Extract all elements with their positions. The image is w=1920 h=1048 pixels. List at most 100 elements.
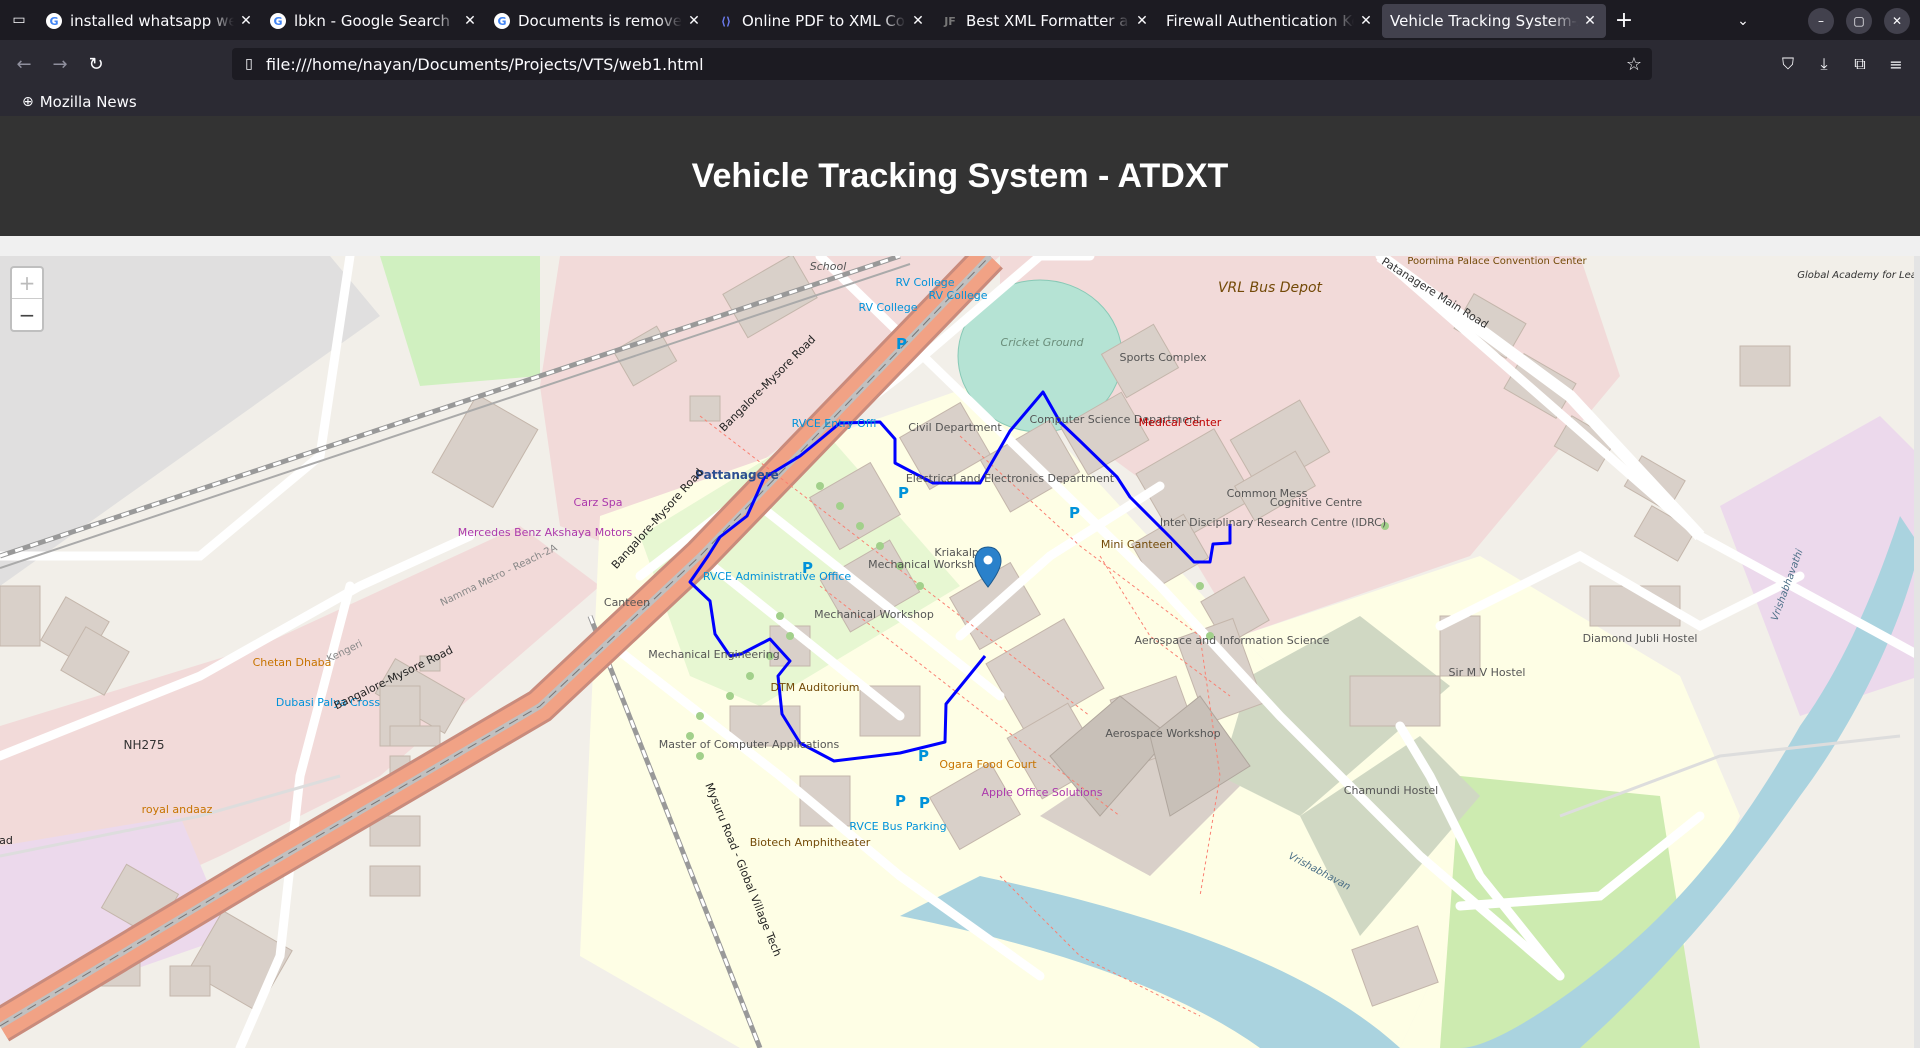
label-sir-mv-hostel: Sir M V Hostel (1449, 666, 1526, 679)
pocket-icon[interactable]: ⛉ (1772, 48, 1804, 80)
label-electrical: Electrical and Electronics Department (906, 472, 1115, 485)
label-chetan-dhaba: Chetan Dhaba (253, 656, 332, 669)
close-tab-icon[interactable]: ✕ (1358, 13, 1374, 29)
forward-icon[interactable]: → (42, 48, 78, 80)
tab-6[interactable]: Vehicle Tracking System-AT ✕ (1382, 4, 1606, 38)
label-idrc: Inter Disciplinary Research Centre (IDRC… (1160, 516, 1386, 529)
label-rv-college-1: RV College (895, 276, 954, 289)
label-sports-complex: Sports Complex (1119, 351, 1206, 364)
label-rv-college-3: RV College (858, 301, 917, 314)
label-carz-spa: Carz Spa (574, 496, 623, 509)
tab-3[interactable]: ⟨⟩ Online PDF to XML Conv ✕ (710, 4, 934, 38)
minimize-button[interactable]: – (1808, 8, 1834, 34)
label-rv-college-2: RV College (928, 289, 987, 302)
svg-text:P: P (919, 794, 930, 812)
close-tab-icon[interactable]: ✕ (1134, 13, 1150, 29)
close-tab-icon[interactable]: ✕ (462, 13, 478, 29)
google-icon: G (494, 13, 510, 29)
zoom-control: + − (10, 266, 44, 332)
label-mini-canteen: Mini Canteen (1101, 538, 1173, 551)
bookmark-star-icon[interactable]: ☆ (1626, 54, 1642, 75)
downloads-icon[interactable]: ⤓ (1808, 48, 1840, 80)
convert-icon: ⟨⟩ (720, 14, 732, 28)
label-mercedes: Mercedes Benz Akshaya Motors (458, 526, 633, 539)
zoom-out-button[interactable]: − (12, 299, 42, 330)
close-tab-icon[interactable]: ✕ (1582, 13, 1598, 29)
svg-text:P: P (895, 792, 906, 810)
tab-strip: ▭ Ginstalled whatsapp web ✕ Glbkn - Google… (0, 0, 1920, 40)
list-all-tabs-icon[interactable]: ⌄ (1730, 8, 1756, 34)
map[interactable]: PPP PPP P School RV College RV College R… (0, 256, 1920, 1048)
url-text[interactable]: file:///home/nayan/Documents/Projects/VT… (266, 55, 704, 74)
label-biotech: Biotech Amphitheater (750, 836, 871, 849)
tab-title: Best XML Formatter and (966, 12, 1130, 30)
tab-title: Firewall Authentication Kee (1166, 12, 1354, 30)
tab-0[interactable]: Ginstalled whatsapp web ✕ (38, 4, 262, 38)
bookmark-mozilla-news[interactable]: Mozilla News (40, 93, 137, 111)
label-global-academy: Global Academy for Learning (1797, 270, 1920, 281)
tab-title: Online PDF to XML Conv (742, 12, 906, 30)
label-mech-engineering: Mechanical Engineering (648, 648, 779, 661)
tab-2[interactable]: G Documents is removed f✕ (486, 4, 710, 38)
svg-text:P: P (898, 484, 909, 502)
google-icon: G (270, 13, 286, 29)
label-civil-department: Civil Department (908, 421, 1002, 434)
label-chamundi-hostel: Chamundi Hostel (1344, 784, 1438, 797)
back-icon[interactable]: ← (6, 48, 42, 80)
maximize-button[interactable]: ▢ (1846, 8, 1872, 34)
firefox-view-icon[interactable]: ▭ (0, 0, 38, 40)
page-scrollbar[interactable] (1914, 256, 1920, 1048)
google-icon: G (46, 13, 62, 29)
bookmarks-toolbar: ⊕ Mozilla News (0, 88, 1920, 116)
tab-title: installed whatsapp web (70, 12, 234, 30)
zoom-in-button[interactable]: + (12, 268, 42, 299)
tab-title: lbkn - Google Search (294, 12, 451, 30)
map-tiles[interactable]: PPP PP P P School RV College RV College R… (0, 256, 1920, 1048)
page-title: Vehicle Tracking System - ATDXT (691, 156, 1229, 195)
label-dtm-auditorium: DTM Auditorium (770, 681, 859, 694)
label-ad: ad (0, 834, 13, 847)
tab-5[interactable]: Firewall Authentication Kee ✕ (1158, 4, 1382, 38)
label-aerospace-workshop: Aerospace Workshop (1105, 727, 1220, 740)
label-nh275: NH275 (124, 738, 165, 752)
new-tab-button[interactable]: + (1606, 2, 1642, 38)
label-cricket-ground: Cricket Ground (1001, 336, 1085, 349)
navigation-toolbar: ← → ↻ ▯ file:///home/nayan/Documents/Pro… (0, 40, 1920, 88)
label-aerospace-info: Aerospace and Information Science (1135, 634, 1330, 647)
label-vrl-bus-depot: VRL Bus Depot (1218, 280, 1323, 296)
close-tab-icon[interactable]: ✕ (686, 13, 702, 29)
jf-icon: JF (944, 14, 956, 28)
globe-icon: ⊕ (22, 94, 34, 110)
tab-title: Vehicle Tracking System-AT (1390, 12, 1578, 30)
label-royal-andaaz: royal andaaz (142, 803, 213, 816)
extensions-icon[interactable]: ⧉ (1844, 48, 1876, 80)
tab-4[interactable]: JF Best XML Formatter and ✕ (934, 4, 1158, 38)
svg-text:P: P (1069, 504, 1080, 522)
label-mca: Master of Computer Applications (659, 738, 840, 751)
close-tab-icon[interactable]: ✕ (238, 13, 254, 29)
tab-1[interactable]: Glbkn - Google Search ✕ (262, 4, 486, 38)
label-pattanagere: Pattanagere (695, 468, 779, 482)
close-tab-icon[interactable]: ✕ (910, 13, 926, 29)
label-mech-workshop-1: Mechanical Workshop (868, 558, 988, 571)
label-medical-center: Medical Center (1139, 416, 1222, 429)
label-apple-office: Apple Office Solutions (982, 786, 1103, 799)
page-header: Vehicle Tracking System - ATDXT (0, 116, 1920, 236)
label-cognitive-centre: Cognitive Centre (1270, 496, 1363, 509)
label-school: School (810, 260, 847, 273)
svg-text:P: P (918, 747, 929, 765)
url-bar[interactable]: ▯ file:///home/nayan/Documents/Projects/… (232, 48, 1652, 80)
label-diamond-hostel: Diamond Jubli Hostel (1583, 632, 1698, 645)
label-canteen: Canteen (604, 596, 650, 609)
close-window-button[interactable]: ✕ (1884, 8, 1910, 34)
reload-icon[interactable]: ↻ (78, 48, 114, 80)
svg-text:P: P (896, 335, 907, 353)
label-rvce-admin: RVCE Administrative Office (703, 570, 852, 583)
label-poornima-palace: Poornima Palace Convention Center (1407, 256, 1587, 267)
label-mech-workshop-2: Mechanical Workshop (814, 608, 934, 621)
label-rvce-bus: RVCE Bus Parking (849, 820, 946, 833)
tab-title: Documents is removed f (518, 12, 682, 30)
label-rvce-entry: RVCE Entry Offi (792, 417, 877, 430)
menu-icon[interactable]: ≡ (1880, 48, 1912, 80)
page-icon: ▯ (245, 56, 253, 72)
